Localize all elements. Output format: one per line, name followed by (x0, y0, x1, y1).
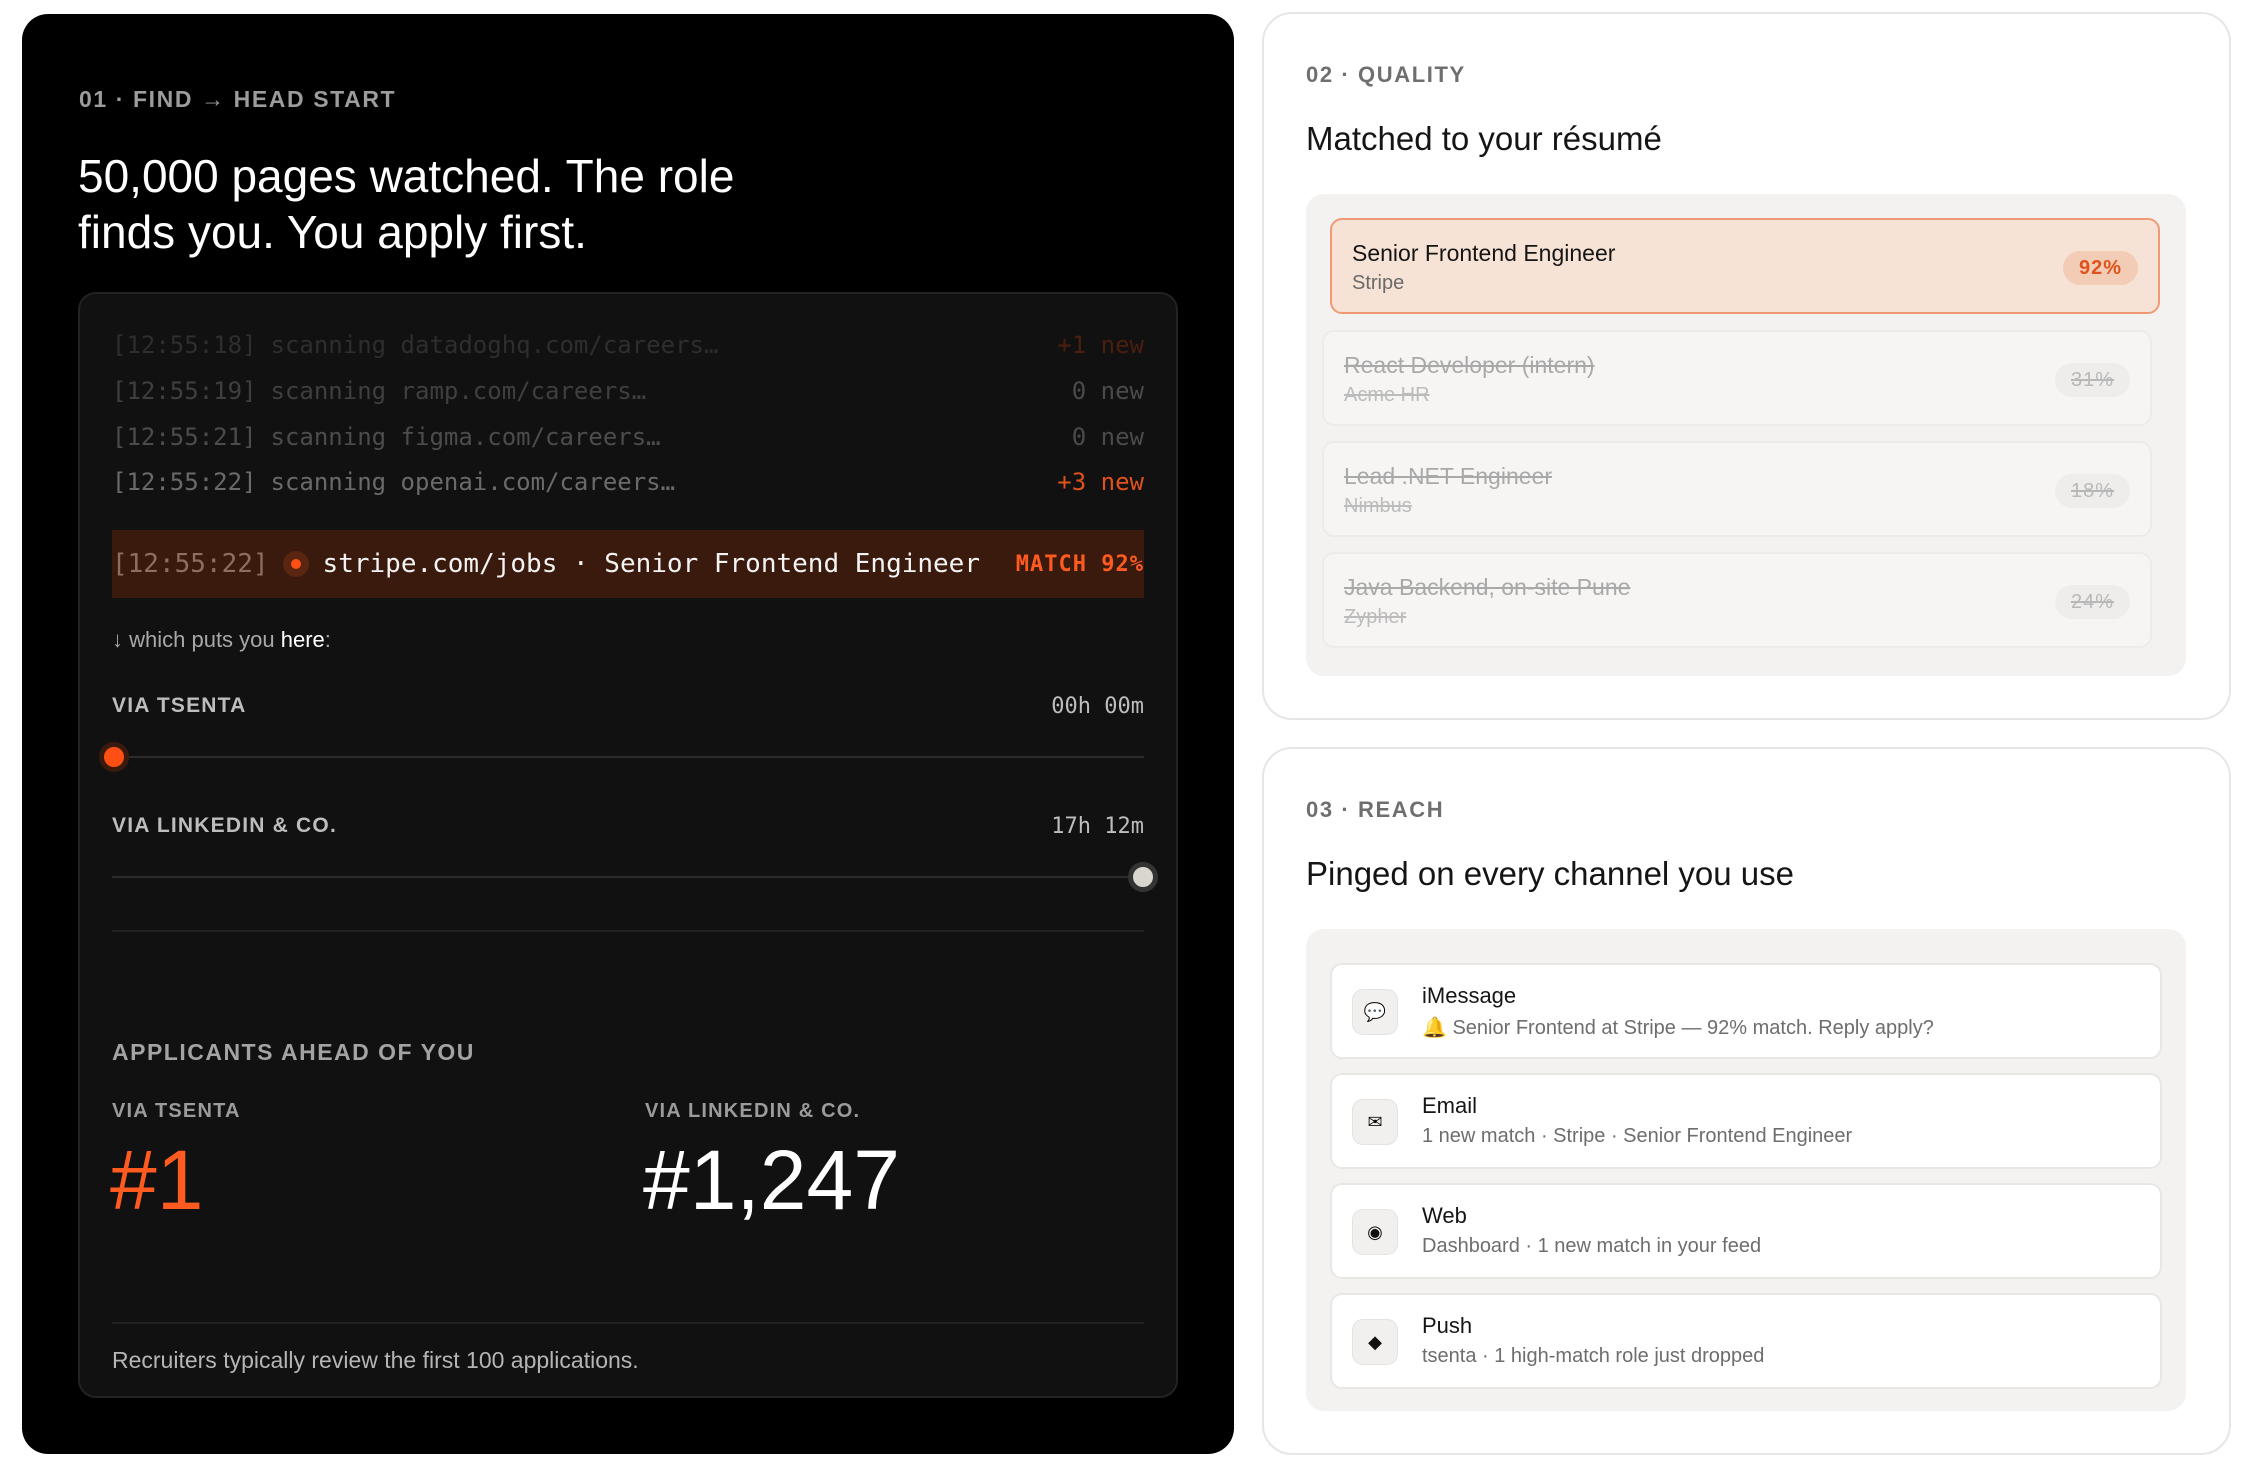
log-result: 0 new (1071, 377, 1144, 405)
timeline-track (112, 756, 1144, 758)
head-start-card: 01 · FIND → HEAD START 50,000 pages watc… (22, 14, 1234, 1454)
divider (112, 930, 1144, 932)
channel-name: Push (1422, 1313, 1473, 1338)
log-message: scanning figma.com/careers… (270, 423, 661, 451)
hit-timestamp: [12:55:22] (112, 549, 269, 579)
match-list: Senior Frontend Engineer Stripe 92% Reac… (1306, 194, 2186, 676)
channel-message: Dashboard · 1 new match in your feed (1422, 1235, 1762, 1257)
log-result: +3 new (1057, 468, 1144, 496)
channel-item-web[interactable]: ◉ Web Dashboard · 1 new match in your fe… (1330, 1183, 2162, 1279)
match-hit-row[interactable]: [12:55:22] stripe.com/jobs · Senior Fron… (112, 530, 1144, 598)
timeline-marker-tsenta (99, 742, 129, 772)
caption-emphasis: here (280, 627, 325, 652)
puts-you-here-caption: ↓ which puts you here: (112, 627, 331, 653)
channel-name: iMessage (1422, 983, 1517, 1008)
rank-value-tsenta: #1 (110, 1133, 204, 1227)
diamond-icon: ◆ (1352, 1319, 1398, 1365)
log-result: 0 new (1071, 423, 1144, 451)
log-timestamp: [12:55:19] (112, 377, 257, 405)
section-title: Matched to your résumé (1306, 120, 1662, 157)
rank-value-linkedin: #1,247 (643, 1133, 900, 1227)
live-dot-icon (282, 551, 309, 577)
timeline-track (112, 876, 1144, 878)
log-line: [12:55:19] scanning ramp.com/careers… 0 … (112, 368, 1144, 414)
log-message: scanning datadoghq.com/careers… (270, 331, 719, 359)
section-title: 50,000 pages watched. The role finds you… (78, 150, 735, 258)
timeline-label-linkedin: VIA LINKEDIN & CO. (112, 814, 337, 837)
channel-item-imessage[interactable]: 💬 iMessage 🔔 Senior Frontend at Stripe —… (1330, 963, 2162, 1059)
log-timestamp: [12:55:18] (112, 331, 257, 359)
log-line: [12:55:18] scanning datadoghq.com/career… (112, 322, 1144, 368)
quality-card: 02 · QUALITY Matched to your résumé Seni… (1262, 12, 2231, 720)
match-company: Nimbus (1344, 495, 1412, 517)
caption-suffix: : (324, 627, 331, 652)
channel-name: Web (1422, 1203, 1467, 1228)
match-badge: MATCH 92% (1015, 551, 1144, 577)
channel-message: 1 new match · Stripe · Senior Frontend E… (1422, 1125, 1853, 1147)
reach-card: 03 · REACH Pinged on every channel you u… (1262, 747, 2231, 1455)
timeline-time-linkedin: 17h 12m (1051, 814, 1144, 839)
channel-item-push[interactable]: ◆ Push tsenta · 1 high-match role just d… (1330, 1293, 2162, 1389)
footnote: Recruiters typically review the first 10… (112, 1347, 639, 1373)
log-message: scanning ramp.com/careers… (270, 377, 647, 405)
log-result: +1 new (1057, 331, 1144, 359)
log-message: scanning openai.com/careers… (270, 468, 676, 496)
divider (112, 1322, 1144, 1324)
match-item-rejected[interactable]: React Developer (intern) Acme HR 31% (1322, 330, 2152, 426)
timeline-marker-linkedin (1128, 862, 1158, 892)
envelope-icon: ✉ (1352, 1099, 1398, 1145)
match-item-rejected[interactable]: Lead .NET Engineer Nimbus 18% (1322, 441, 2152, 537)
hit-description: stripe.com/jobs · Senior Frontend Engine… (322, 549, 980, 579)
match-company: Acme HR (1344, 384, 1430, 406)
match-score-badge: 31% (2054, 363, 2130, 397)
match-score-badge: 92% (2062, 251, 2138, 285)
match-score-badge: 24% (2054, 585, 2130, 619)
match-company: Stripe (1352, 272, 1405, 294)
log-timestamp: [12:55:21] (112, 423, 257, 451)
match-job-title: Lead .NET Engineer (1344, 463, 1552, 489)
match-item-rejected[interactable]: Java Backend, on-site Pune Zypher 24% (1322, 552, 2152, 648)
match-item-top[interactable]: Senior Frontend Engineer Stripe 92% (1330, 218, 2160, 314)
caption-prefix: ↓ which puts you (112, 627, 281, 652)
match-company: Zypher (1344, 606, 1407, 628)
rank-label-tsenta: VIA TSENTA (112, 1100, 241, 1122)
log-timestamp: [12:55:22] (112, 468, 257, 496)
section-eyebrow: 02 · QUALITY (1306, 62, 1466, 87)
channel-item-email[interactable]: ✉ Email 1 new match · Stripe · Senior Fr… (1330, 1073, 2162, 1169)
timeline-label-tsenta: VIA TSENTA (112, 694, 247, 717)
channel-message: 🔔 Senior Frontend at Stripe — 92% match.… (1422, 1017, 1934, 1039)
applicants-heading: APPLICANTS AHEAD OF YOU (112, 1039, 475, 1065)
match-job-title: Senior Frontend Engineer (1352, 240, 1616, 266)
match-score-badge: 18% (2054, 474, 2130, 508)
channel-name: Email (1422, 1093, 1478, 1118)
scanner-panel: [12:55:18] scanning datadoghq.com/career… (78, 292, 1178, 1398)
radio-dot-icon: ◉ (1352, 1209, 1398, 1255)
match-job-title: Java Backend, on-site Pune (1344, 574, 1631, 600)
speech-bubble-icon: 💬 (1352, 989, 1398, 1035)
log-line: [12:55:21] scanning figma.com/careers… 0… (112, 414, 1144, 460)
match-job-title: React Developer (intern) (1344, 352, 1595, 378)
section-eyebrow: 03 · REACH (1306, 797, 1445, 822)
rank-label-linkedin: VIA LINKEDIN & CO. (645, 1100, 861, 1122)
section-title: Pinged on every channel you use (1306, 855, 1795, 892)
channel-list: 💬 iMessage 🔔 Senior Frontend at Stripe —… (1306, 929, 2186, 1411)
timeline-time-tsenta: 00h 00m (1051, 694, 1144, 719)
channel-message: tsenta · 1 high-match role just dropped (1422, 1345, 1765, 1367)
section-eyebrow: 01 · FIND → HEAD START (79, 86, 397, 112)
log-line: [12:55:22] scanning openai.com/careers… … (112, 459, 1144, 505)
